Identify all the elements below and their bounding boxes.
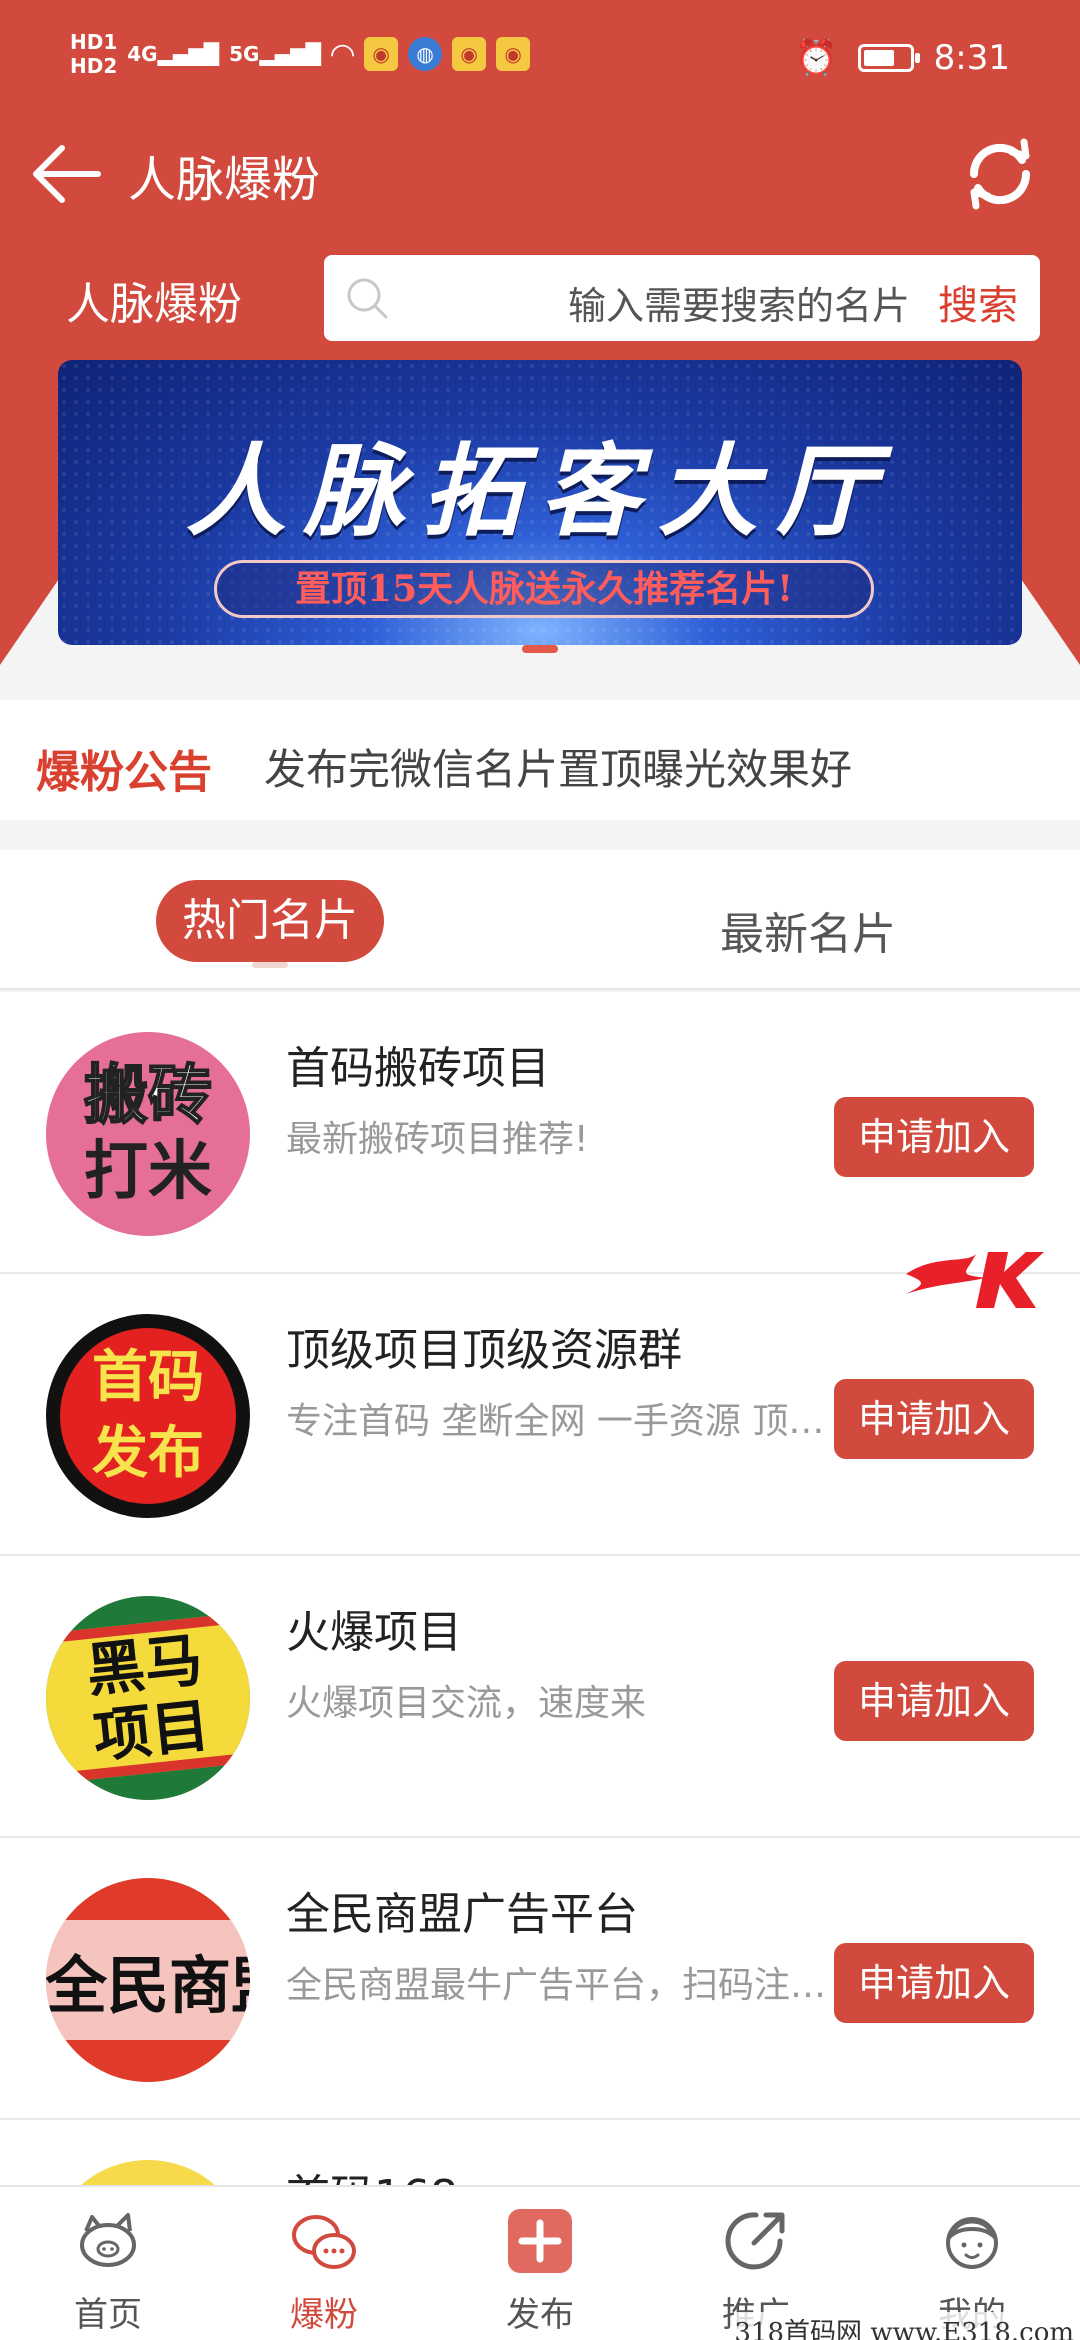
weibo-icon: ◉ <box>496 37 531 71</box>
signal-5g: 5G▂▄▆█ <box>229 42 322 66</box>
search-button[interactable]: 搜索 <box>938 273 1018 331</box>
browser-icon: ◍ <box>408 37 443 71</box>
net1-label: 4G <box>127 42 158 66</box>
card-description: 火爆项目交流，速度来 <box>286 1683 647 1724</box>
notice-label: 爆粉公告 <box>36 747 212 798</box>
share-arrow-icon <box>725 2212 785 2270</box>
avatar-face-icon <box>946 2217 998 2269</box>
join-button[interactable]: 申请加入 <box>834 1661 1034 1741</box>
tab-new-cards[interactable]: 最新名片 <box>720 898 896 962</box>
nav-label: 发布 <box>506 2295 574 2335</box>
back-arrow-icon[interactable] <box>26 134 106 214</box>
card-description: 专注首码 垄断全网 一手资源 顶… <box>286 1401 825 1442</box>
avatar-text: 全民商盟 <box>46 1949 250 2022</box>
banner-page-indicator <box>522 645 558 653</box>
list-item[interactable]: 黑马 项目 火爆项目 火爆项目交流，速度来 申请加入 <box>0 1556 1080 1838</box>
wifi-icon: ◠ <box>331 36 355 72</box>
list-item[interactable]: 搬砖 打米 首码搬砖项目 最新搬砖项目推荐! 申请加入 <box>0 992 1080 1274</box>
promo-banner[interactable]: 人脉拓客大厅 置顶15天人脉送永久推荐名片! <box>58 360 1022 645</box>
app-header: 人脉爆粉 <box>0 120 1080 235</box>
page-title: 人脉爆粉 <box>128 152 321 208</box>
avatar: 首码 发布 <box>46 1314 250 1518</box>
nav-publish[interactable]: 发布 <box>432 2187 648 2340</box>
notice-bar[interactable]: 爆粉公告 发布完微信名片置顶曝光效果好 <box>0 700 1080 820</box>
search-input[interactable]: 输入需要搜索的名片 搜索 <box>324 255 1040 341</box>
battery-icon <box>857 44 920 72</box>
list-item[interactable]: 全民商盟 全民商盟广告平台 全民商盟最牛广告平台，扫码注… 申请加入 <box>0 1838 1080 2120</box>
plus-square-icon <box>508 2209 572 2273</box>
alarm-icon: ⏰ <box>795 38 838 78</box>
signal-4g: 4G▂▄▆█ <box>127 42 220 66</box>
nav-fans[interactable]: 爆粉 <box>216 2187 432 2340</box>
tab-indicator <box>252 962 288 968</box>
avatar-text-line1: 搬砖 <box>83 1058 213 1134</box>
card-description: 全民商盟最牛广告平台，扫码注… <box>286 1965 826 2006</box>
join-button[interactable]: 申请加入 <box>834 1379 1034 1459</box>
card-list: 搬砖 打米 首码搬砖项目 最新搬砖项目推荐! 申请加入 首码 发布 顶级项目顶级… <box>0 992 1080 2340</box>
refresh-icon[interactable] <box>954 128 1046 220</box>
watermark: 318首码网 www.E318.com <box>734 2312 1074 2340</box>
status-right: ⏰ 8:31 <box>795 38 1010 78</box>
nav-label: 首页 <box>74 2295 142 2335</box>
avatar-text-line1: 首码 <box>92 1345 204 1410</box>
hd1-label: HD1 <box>70 30 118 54</box>
status-left: HD1 HD2 4G▂▄▆█ 5G▂▄▆█ ◠ ◉ ◍ ◉ ◉ <box>70 30 531 78</box>
card-name: 火爆项目 <box>286 1607 462 1658</box>
search-icon <box>347 278 388 319</box>
card-tabs: 热门名片 最新名片 <box>0 850 1080 990</box>
avatar: 全民商盟 <box>46 1878 250 2082</box>
weibo-icon: ◉ <box>364 37 399 71</box>
weibo-icon: ◉ <box>452 37 487 71</box>
net2-label: 5G <box>229 42 260 66</box>
avatar-text-line2: 发布 <box>92 1421 204 1486</box>
join-button[interactable]: 申请加入 <box>834 1943 1034 2023</box>
card-name: 首码搬砖项目 <box>286 1043 550 1094</box>
search-placeholder: 输入需要搜索的名片 <box>567 284 910 328</box>
status-bar: HD1 HD2 4G▂▄▆█ 5G▂▄▆█ ◠ ◉ ◍ ◉ ◉ ⏰ 8:31 <box>0 0 1080 120</box>
avatar-text-line2: 项目 <box>90 1690 213 1771</box>
sim-indicators: HD1 HD2 <box>70 30 117 78</box>
hd2-label: HD2 <box>70 54 118 78</box>
notice-text: 发布完微信名片置顶曝光效果好 <box>264 745 853 794</box>
chat-bubbles-icon <box>292 2215 356 2269</box>
list-item[interactable]: 首码 发布 顶级项目顶级资源群 专注首码 垄断全网 一手资源 顶… 申请加入 <box>0 1252 1080 1556</box>
banner-headline: 人脉拓客大厅 <box>186 433 894 550</box>
search-label: 人脉爆粉 <box>66 279 242 330</box>
card-description: 最新搬砖项目推荐! <box>286 1119 589 1160</box>
avatar-text-line2: 打米 <box>84 1135 212 1209</box>
nav-home[interactable]: 首页 <box>0 2187 216 2340</box>
card-name: 顶级项目顶级资源群 <box>286 1325 682 1376</box>
avatar: 黑马 项目 <box>46 1596 250 1800</box>
clock: 8:31 <box>933 38 1010 78</box>
banner-subline: 置顶15天人脉送永久推荐名片! <box>214 560 874 618</box>
card-name: 全民商盟广告平台 <box>286 1889 638 1940</box>
join-button[interactable]: 申请加入 <box>834 1097 1034 1177</box>
flame-k-icon <box>906 1252 1044 1308</box>
avatar: 搬砖 打米 <box>46 1032 250 1236</box>
tab-hot-cards[interactable]: 热门名片 <box>156 880 384 962</box>
pig-icon <box>80 2213 136 2267</box>
nav-label: 爆粉 <box>290 2295 358 2335</box>
